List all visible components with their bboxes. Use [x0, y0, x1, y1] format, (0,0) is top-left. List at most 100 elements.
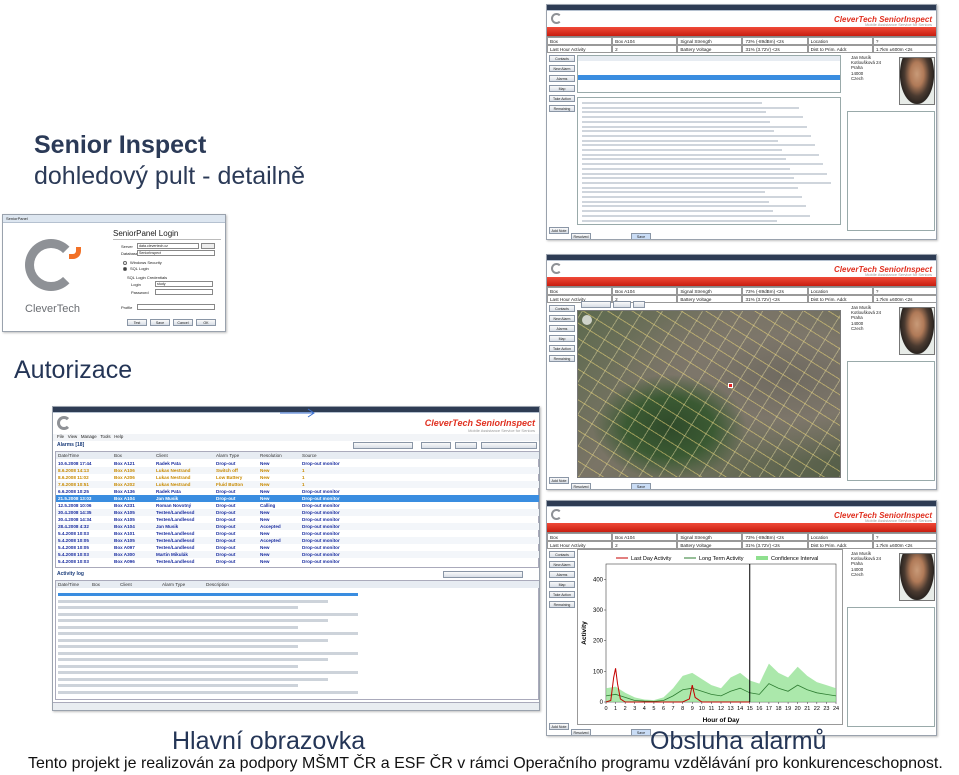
resolved-button[interactable]: Resolved [571, 233, 591, 239]
slide-title: Senior Inspect dohledový pult - detailně [34, 130, 305, 192]
save-button[interactable]: Save [631, 483, 651, 489]
activity-row[interactable] [58, 690, 358, 694]
activity-row[interactable] [58, 658, 328, 661]
new-alarm-button[interactable]: New Alarm [549, 315, 575, 322]
person-photo [899, 57, 935, 105]
activity-row[interactable] [58, 606, 298, 609]
activity-row[interactable] [58, 612, 358, 616]
add-note-button[interactable]: Add Note [549, 227, 569, 234]
login-input[interactable]: study [155, 281, 213, 287]
alarm-row[interactable]: 30.4.2008 14:35 Box A105 Testen/Landlessd D… [56, 509, 539, 516]
activity-row[interactable] [58, 671, 358, 674]
alarm-row[interactable]: 5.4.2008 10:05 Box A105 Testen/Landlessd Dr… [56, 537, 539, 544]
map-tab-2[interactable] [613, 301, 631, 308]
new-alarm-button[interactable]: New Alarm [549, 65, 575, 72]
x-tick-label: 17 [766, 706, 772, 712]
detail-screenshot-map: CleverTech SeniorInspect Mobile Assistan… [546, 254, 937, 490]
activity-row[interactable] [58, 632, 358, 635]
activity-row[interactable] [58, 638, 328, 642]
activity-row[interactable] [58, 651, 358, 655]
radio-windows[interactable] [123, 261, 127, 265]
radio-windows-label: Windows Security [130, 260, 162, 265]
resolved-button[interactable]: Resolved [571, 483, 591, 489]
alarm-row[interactable]: 30.4.2008 14:34 Box A105 Testen/Landlessd D… [56, 516, 539, 523]
radio-sql[interactable] [123, 267, 127, 271]
alarm-row[interactable]: 5.4.2008 10:05 Box A097 Testen/Landlessd Dr… [56, 544, 539, 551]
activity-row[interactable] [58, 625, 298, 629]
clevertech-logo: CleverTech [11, 233, 101, 323]
map-tab-1[interactable] [581, 301, 611, 308]
cancel-button[interactable]: Cancel [173, 319, 193, 326]
alarms-button[interactable]: Alarms [549, 75, 575, 82]
show-group-select[interactable] [353, 442, 413, 449]
take-action-button[interactable]: Take Action [549, 345, 575, 352]
menu-manage[interactable]: Manage [81, 434, 97, 439]
alarms-button[interactable]: Alarms [549, 325, 575, 332]
test-button[interactable]: Test [127, 319, 147, 326]
ok-button[interactable]: OK [196, 319, 216, 326]
note-line [582, 144, 815, 147]
save-button[interactable]: Save [631, 729, 651, 735]
save-button[interactable]: Save [631, 233, 651, 239]
activity-row[interactable] [58, 645, 298, 648]
alarm-row[interactable]: 8.6.2008 11:02 Box A206 Lukas Nestrand Low … [56, 474, 539, 481]
menu-file[interactable]: File [57, 434, 64, 439]
map-tab-3[interactable] [633, 301, 645, 308]
resolved-button[interactable]: Resolved [571, 729, 591, 735]
order-button[interactable] [481, 442, 537, 449]
alarm-row[interactable]: 10.6.2008 17:44 Box A121 Radek Pata Drop-ou… [56, 460, 539, 467]
menu-view[interactable]: View [68, 434, 77, 439]
alarms-button[interactable]: Alarms [549, 571, 575, 578]
app-logo-icon [57, 416, 71, 430]
menu-help[interactable]: Help [114, 434, 123, 439]
alarm-row[interactable]: 5.4.2008 10:03 Box A101 Testen/Landlessd Dr… [56, 530, 539, 537]
alarm-row[interactable]: 5.4.2008 10:03 Box A096 Testen/Landlessd Dr… [56, 558, 539, 565]
take-action-button[interactable]: Take Action [549, 95, 575, 102]
alarm-row[interactable]: 5.4.2008 10:03 Box A300 Martin Mikulák Drop… [56, 551, 539, 558]
person-info: Jan Musík Kotloušková 24 Praha 14000 Czech [851, 55, 882, 81]
x-tick-label: 24 [833, 706, 839, 712]
alarm-row[interactable]: 6.6.2008 10:25 Box A136 Radek Pata Drop-out… [56, 488, 539, 495]
app-logo-icon [551, 263, 562, 274]
remaining-button[interactable]: Remaining [549, 355, 575, 362]
hide-tips-button[interactable] [455, 442, 477, 449]
database-input[interactable]: SeniorInspect [137, 250, 215, 256]
map-button[interactable]: Map [549, 581, 575, 588]
contacts-button[interactable]: Contacts [549, 551, 575, 558]
activity-row[interactable] [58, 684, 298, 687]
take-action-button[interactable]: Take Action [549, 591, 575, 598]
contacts-button[interactable]: Contacts [549, 305, 575, 312]
remaining-button[interactable]: Remaining [549, 105, 575, 112]
add-note-button[interactable]: Add Note [549, 723, 569, 730]
map-button[interactable]: Map [549, 335, 575, 342]
alarm-row[interactable]: 12.5.2008 10:06 Box A231 Roman Novotný Drop… [56, 502, 539, 509]
profile-select[interactable] [137, 304, 215, 310]
alarm-row[interactable]: 8.6.2008 14:13 Box A106 Lukas Nestrand Swit… [56, 467, 539, 474]
activity-row[interactable] [58, 599, 328, 603]
new-alarm-button[interactable]: New Alarm [549, 561, 575, 568]
activity-row[interactable] [58, 619, 328, 622]
server-dropdown[interactable] [201, 243, 215, 249]
map-button[interactable]: Map [549, 85, 575, 92]
password-input[interactable] [155, 289, 213, 295]
server-input[interactable]: data.clevertech.cz [137, 243, 199, 249]
x-tick-label: 16 [756, 706, 762, 712]
menu-tools[interactable]: Tools [100, 434, 110, 439]
alarm-row[interactable]: 7.6.2008 10:51 Box A202 Lukas Nestrand Flui… [56, 481, 539, 488]
map-pan-control-icon[interactable] [582, 315, 592, 325]
add-terminator-button[interactable] [421, 442, 451, 449]
activity-row[interactable] [58, 593, 358, 596]
satellite-map[interactable] [577, 310, 841, 478]
contacts-button[interactable]: Contacts [549, 55, 575, 62]
x-tick-label: 5 [652, 706, 655, 712]
activity-filter-select[interactable] [443, 571, 523, 578]
save-button[interactable]: Save [150, 319, 170, 326]
y-tick-label: 400 [593, 577, 604, 583]
y-axis-label: Activity [581, 621, 588, 645]
activity-row[interactable] [58, 664, 298, 668]
activity-row[interactable] [58, 677, 328, 681]
remaining-button[interactable]: Remaining [549, 601, 575, 608]
add-note-button[interactable]: Add Note [549, 477, 569, 484]
alarm-row[interactable]: 21.5.2008 13:03 Box A104 Jan Musik Drop-out… [56, 495, 539, 502]
alarm-row[interactable]: 28.4.2008 4:32 Box A104 Jan Musik Drop-out A… [56, 523, 539, 530]
